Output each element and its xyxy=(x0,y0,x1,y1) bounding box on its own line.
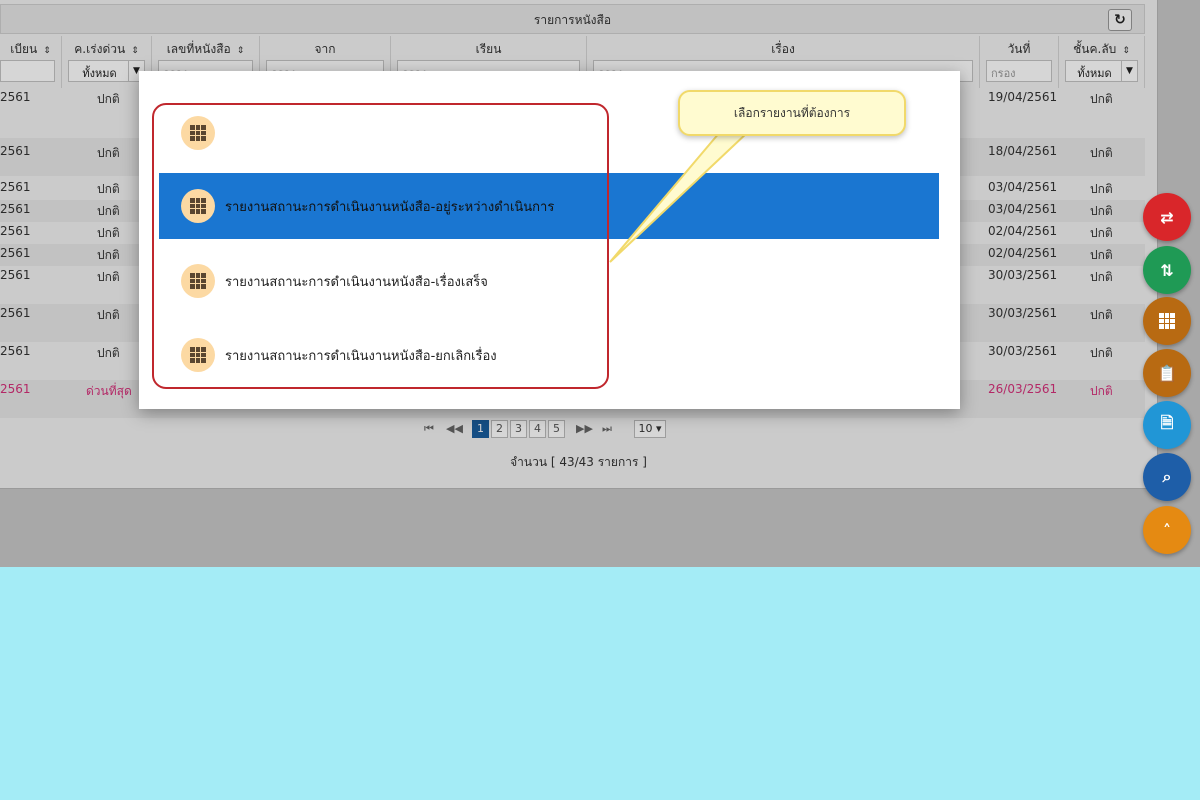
clipboard-icon: 📋 xyxy=(1157,363,1177,383)
swap-horizontal-button[interactable]: ⇄ xyxy=(1143,193,1191,241)
search-icon: ⌕ xyxy=(1162,467,1172,486)
chevron-up-icon: ˄ xyxy=(1163,520,1171,540)
add-file-icon: 🗎 xyxy=(1160,412,1174,432)
highlight-box xyxy=(152,103,609,389)
add-file-button[interactable]: 🗎 xyxy=(1143,401,1191,449)
table-button[interactable] xyxy=(1143,297,1191,345)
callout-tooltip: เลือกรายงานที่ต้องการ xyxy=(678,90,906,136)
swap-vertical-button[interactable]: ⇅ xyxy=(1143,246,1191,294)
table-icon xyxy=(1159,313,1175,329)
search-button[interactable]: ⌕ xyxy=(1143,453,1191,501)
swap-vertical-icon: ⇅ xyxy=(1160,260,1174,280)
swap-horizontal-icon: ⇄ xyxy=(1160,207,1174,227)
scroll-top-button[interactable]: ˄ xyxy=(1143,506,1191,554)
clipboard-button[interactable]: 📋 xyxy=(1143,349,1191,397)
